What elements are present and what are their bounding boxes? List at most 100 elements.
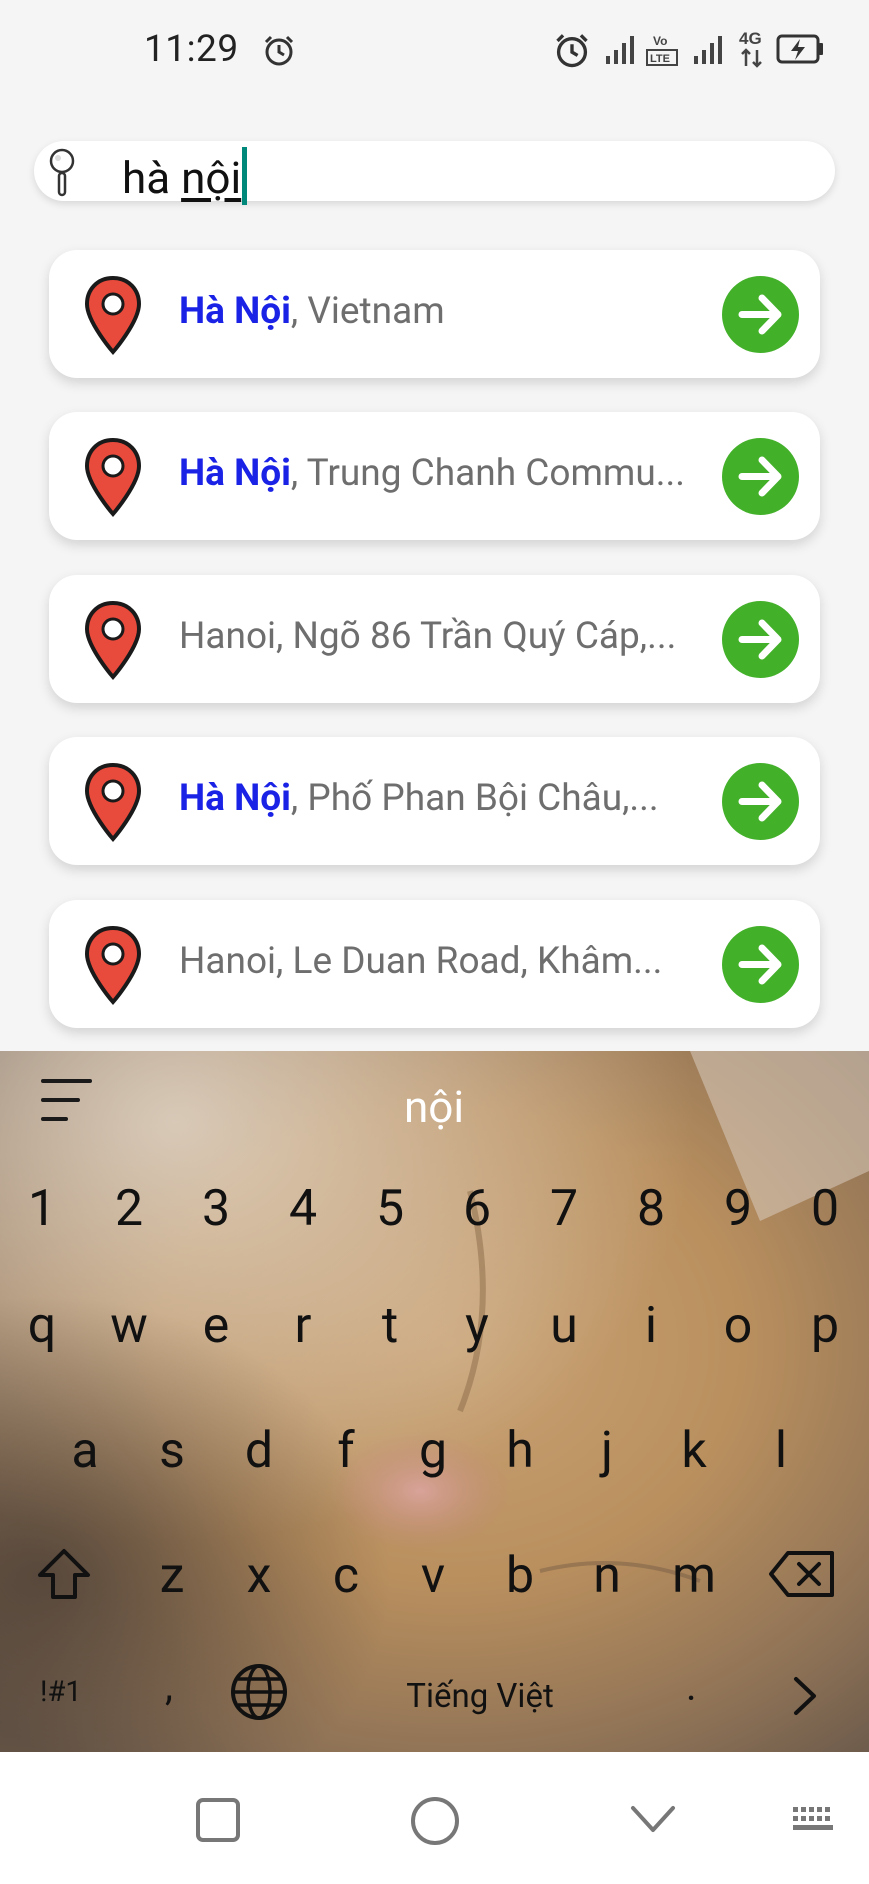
result-rest: , Vietnam <box>290 290 445 333</box>
recents-icon[interactable] <box>195 1797 241 1843</box>
result-label: Hà Nội, Phố Phan Bội Châu,... <box>179 777 739 820</box>
search-input[interactable]: hà nội <box>34 141 835 205</box>
go-button[interactable] <box>722 601 799 678</box>
result-card[interactable]: Hà Nội, Vietnam <box>49 250 820 378</box>
key-1[interactable]: 1 <box>12 1179 72 1239</box>
result-card[interactable]: Hà Nội, Phố Phan Bội Châu,... <box>49 737 820 865</box>
key-r[interactable]: r <box>273 1296 333 1356</box>
result-label: Hanoi, Le Duan Road, Khâm... <box>179 940 739 983</box>
key-f[interactable]: f <box>316 1421 376 1481</box>
key-z[interactable]: z <box>142 1546 202 1606</box>
chevron-right-icon[interactable] <box>790 1675 820 1717</box>
back-icon[interactable] <box>630 1804 676 1834</box>
key-c[interactable]: c <box>316 1546 376 1606</box>
key-9[interactable]: 9 <box>708 1179 768 1239</box>
search-icon <box>49 148 75 197</box>
result-highlight: Hà Nội <box>179 290 291 333</box>
go-button[interactable] <box>722 276 799 353</box>
result-rest: Hanoi, Ngõ 86 Trần Quý Cáp,... <box>179 615 677 658</box>
result-rest: Hanoi, Le Duan Road, Khâm... <box>179 940 663 983</box>
key-h[interactable]: h <box>490 1421 550 1481</box>
symbols-key[interactable]: !#1 <box>40 1675 82 1709</box>
result-label: Hanoi, Ngõ 86 Trần Quý Cáp,... <box>179 615 739 658</box>
go-button[interactable] <box>722 926 799 1003</box>
period-key[interactable]: . <box>686 1663 697 1710</box>
key-k[interactable]: k <box>664 1421 724 1481</box>
result-card[interactable]: Hanoi, Le Duan Road, Khâm... <box>49 900 820 1028</box>
result-card[interactable]: Hanoi, Ngõ 86 Trần Quý Cáp,... <box>49 575 820 703</box>
alarm-icon <box>556 34 588 68</box>
text-caret <box>242 147 248 205</box>
search-query-composing: nội <box>181 152 242 204</box>
comma-key[interactable]: , <box>165 1663 173 1710</box>
key-4[interactable]: 4 <box>273 1179 333 1239</box>
result-label: Hà Nội, Trung Chanh Commu... <box>179 452 739 495</box>
key-b[interactable]: b <box>490 1546 550 1606</box>
key-o[interactable]: o <box>708 1296 768 1356</box>
key-v[interactable]: v <box>403 1546 463 1606</box>
search-query: hà nội <box>122 147 248 205</box>
svg-text:4G: 4G <box>739 29 762 48</box>
key-p[interactable]: p <box>795 1296 855 1356</box>
key-2[interactable]: 2 <box>99 1179 159 1239</box>
key-5[interactable]: 5 <box>360 1179 420 1239</box>
result-card[interactable]: Hà Nội, Trung Chanh Commu... <box>49 412 820 540</box>
search-query-prefix: hà <box>122 152 182 204</box>
shift-icon[interactable] <box>36 1546 92 1602</box>
signal-icon <box>606 36 634 64</box>
location-pin-icon <box>84 762 142 843</box>
arrow-right-icon <box>738 781 782 822</box>
arrow-right-icon <box>738 456 782 497</box>
arrow-right-icon <box>738 944 782 985</box>
navigation-bar <box>0 1752 869 1884</box>
location-pin-icon <box>84 275 142 356</box>
space-key[interactable]: Tiếng Việt <box>360 1677 600 1716</box>
key-l[interactable]: l <box>751 1421 811 1481</box>
backspace-icon[interactable] <box>768 1549 836 1599</box>
key-a[interactable]: a <box>55 1421 115 1481</box>
location-pin-icon <box>84 925 142 1006</box>
4g-icon: 4G <box>739 29 762 68</box>
key-t[interactable]: t <box>360 1296 420 1356</box>
key-x[interactable]: x <box>229 1546 289 1606</box>
key-3[interactable]: 3 <box>186 1179 246 1239</box>
key-g[interactable]: g <box>403 1421 463 1481</box>
keyboard: nội 1 2 3 4 5 6 7 8 9 0 q w e r t y u i … <box>0 1051 869 1752</box>
status-time: 11:29 <box>144 28 239 71</box>
key-7[interactable]: 7 <box>534 1179 594 1239</box>
result-rest: , Phố Phan Bội Châu,... <box>290 777 659 820</box>
key-6[interactable]: 6 <box>447 1179 507 1239</box>
volte-icon: Vo LTE <box>646 34 678 66</box>
key-w[interactable]: w <box>99 1296 159 1356</box>
keyboard-suggestion[interactable]: nội <box>334 1081 534 1133</box>
go-button[interactable] <box>722 763 799 840</box>
key-i[interactable]: i <box>621 1296 681 1356</box>
battery-charging-icon <box>776 34 823 64</box>
home-icon[interactable] <box>409 1795 461 1847</box>
key-e[interactable]: e <box>186 1296 246 1356</box>
key-n[interactable]: n <box>577 1546 637 1606</box>
result-label: Hà Nội, Vietnam <box>179 290 739 333</box>
alarm-icon <box>264 35 294 66</box>
result-rest: , Trung Chanh Commu... <box>290 452 686 495</box>
status-bar: 11:29 Vo LTE 4G <box>0 0 869 100</box>
key-u[interactable]: u <box>534 1296 594 1356</box>
go-button[interactable] <box>722 438 799 515</box>
globe-icon[interactable] <box>229 1662 289 1722</box>
result-highlight: Hà Nội <box>179 777 291 820</box>
location-pin-icon <box>84 600 142 681</box>
svg-text:LTE: LTE <box>650 53 670 65</box>
key-m[interactable]: m <box>664 1546 724 1606</box>
svg-text:Vo: Vo <box>653 34 667 48</box>
signal-icon <box>694 36 722 64</box>
key-d[interactable]: d <box>229 1421 289 1481</box>
key-s[interactable]: s <box>142 1421 202 1481</box>
key-j[interactable]: j <box>577 1421 637 1481</box>
keyboard-switch-icon[interactable] <box>791 1805 837 1833</box>
result-highlight: Hà Nội <box>179 452 291 495</box>
key-y[interactable]: y <box>447 1296 507 1356</box>
key-0[interactable]: 0 <box>795 1179 855 1239</box>
key-q[interactable]: q <box>12 1296 72 1356</box>
menu-lines-icon[interactable] <box>40 1077 92 1123</box>
key-8[interactable]: 8 <box>621 1179 681 1239</box>
